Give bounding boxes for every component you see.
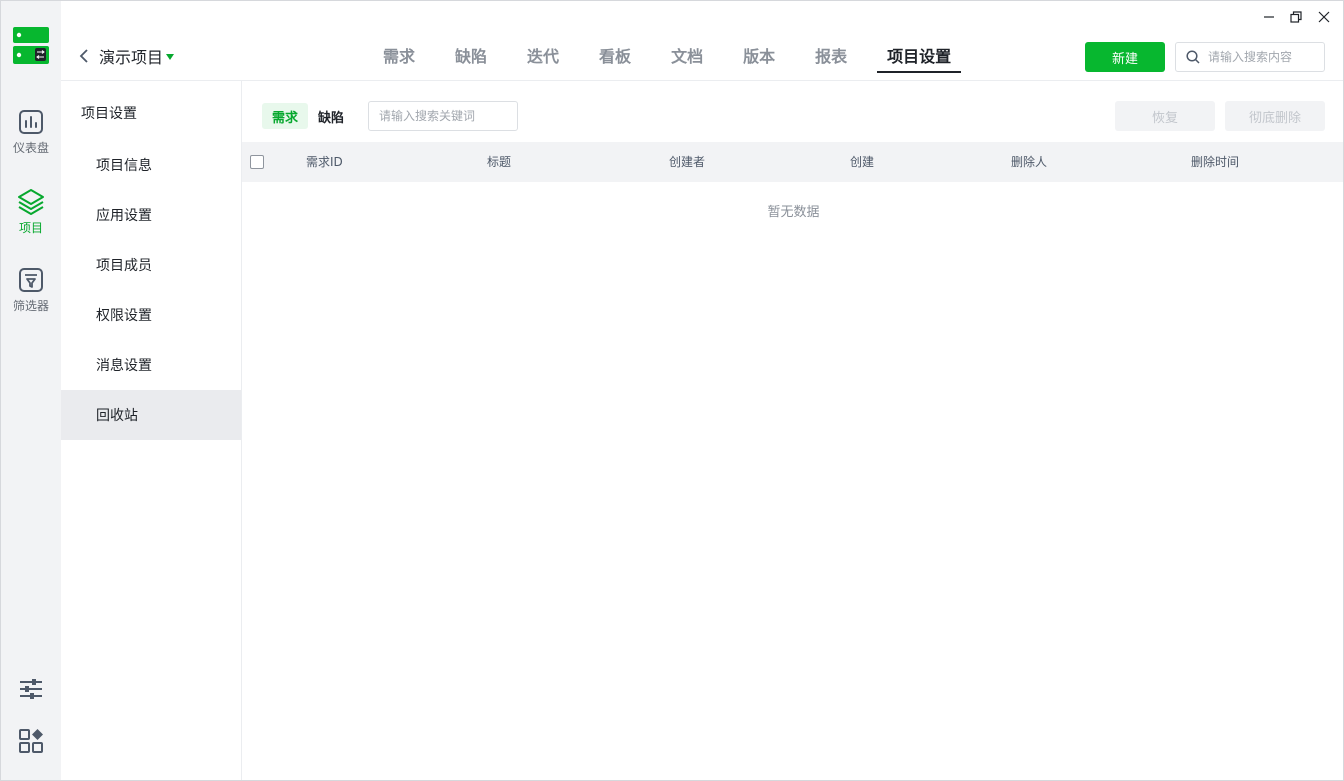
back-arrow-icon[interactable] [79, 49, 89, 63]
type-segment: 需求 缺陷 [262, 103, 354, 129]
tab-docs[interactable]: 文档 [671, 41, 703, 73]
sidebar-item-project-info[interactable]: 项目信息 [61, 140, 241, 190]
sidebar-item-project-members[interactable]: 项目成员 [61, 240, 241, 290]
new-button[interactable]: 新建 [1085, 42, 1165, 72]
empty-state: 暂无数据 [767, 205, 820, 220]
tab-iterations[interactable]: 迭代 [527, 41, 559, 73]
sidebar-item-app-settings[interactable]: 应用设置 [61, 190, 241, 240]
recycle-bin-panel: 需求 缺陷 恢复 彻底删除 需求ID 标题 创建者 创建 删除人 删除时间 暂无… [242, 81, 1343, 780]
sidebar-item-permissions[interactable]: 权限设置 [61, 290, 241, 340]
tab-versions[interactable]: 版本 [743, 41, 775, 73]
purge-button[interactable]: 彻底删除 [1225, 101, 1325, 131]
app-rail: 仪表盘 项目 筛选器 [1, 1, 61, 780]
caret-down-icon [166, 54, 175, 60]
tab-defects[interactable]: 缺陷 [455, 41, 487, 73]
rail-item-project[interactable]: 项目 [1, 187, 61, 249]
sidebar-item-recycle-bin[interactable]: 回收站 [61, 390, 241, 440]
search-icon [1186, 50, 1200, 64]
rail-item-filter[interactable]: 筛选器 [1, 265, 61, 327]
column-header-creator[interactable]: 创建者 [669, 142, 705, 182]
settings-sidebar-title: 项目设置 [81, 106, 137, 122]
select-all-checkbox[interactable] [250, 155, 264, 169]
tab-project-settings[interactable]: 项目设置 [877, 41, 962, 73]
global-search-input[interactable] [1208, 50, 1318, 64]
column-header-deleted-by[interactable]: 删除人 [1011, 142, 1047, 182]
rail-item-label: 仪表盘 [12, 141, 49, 155]
tab-board[interactable]: 看板 [599, 41, 631, 73]
restore-window-icon[interactable] [1288, 9, 1304, 25]
segment-defects[interactable]: 缺陷 [308, 103, 354, 129]
tab-requirements[interactable]: 需求 [383, 41, 415, 73]
rail-item-label: 项目 [18, 221, 43, 235]
tab-reports[interactable]: 报表 [815, 41, 847, 73]
rail-item-label: 筛选器 [12, 299, 49, 313]
layers-icon [16, 187, 46, 217]
sidebar-item-notifications[interactable]: 消息设置 [61, 340, 241, 390]
column-header-created[interactable]: 创建 [850, 142, 874, 182]
dashboard-icon [16, 107, 46, 137]
project-switcher[interactable]: 演示项目 [79, 45, 175, 67]
project-name: 演示项目 [99, 48, 164, 67]
top-bar: 演示项目 需求 缺陷 迭代 看板 文档 版本 报表 项目设置 新建 [61, 1, 1343, 81]
column-header-title[interactable]: 标题 [487, 142, 511, 182]
table-header: 需求ID 标题 创建者 创建 删除人 删除时间 [242, 142, 1343, 182]
filter-icon [16, 265, 46, 295]
app-logo-icon[interactable] [13, 27, 49, 64]
global-search[interactable] [1175, 42, 1325, 72]
app-window: 仪表盘 项目 筛选器 演示项目 需求 缺陷 迭代 看板 文档 版本 报表 项目设… [0, 0, 1344, 781]
sliders-icon[interactable] [16, 674, 46, 704]
restore-button[interactable]: 恢复 [1115, 101, 1215, 131]
apps-icon[interactable] [16, 726, 46, 756]
settings-sidebar: 项目设置 项目信息 应用设置 项目成员 权限设置 消息设置 回收站 [61, 81, 242, 780]
close-icon[interactable] [1316, 9, 1332, 25]
keyword-search-input[interactable] [368, 101, 518, 131]
segment-requirements[interactable]: 需求 [262, 103, 309, 129]
column-header-id[interactable]: 需求ID [306, 142, 343, 182]
minimize-icon[interactable] [1261, 9, 1277, 25]
column-header-deleted-at[interactable]: 删除时间 [1191, 142, 1239, 182]
main-tabs: 需求 缺陷 迭代 看板 文档 版本 报表 项目设置 [383, 41, 991, 73]
rail-item-dashboard[interactable]: 仪表盘 [1, 107, 61, 169]
